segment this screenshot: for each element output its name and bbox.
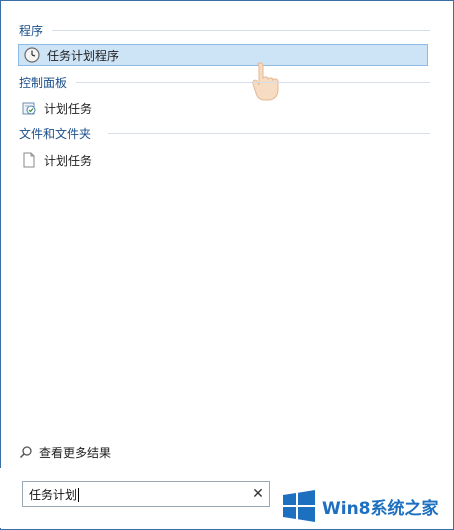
section-divider [76,82,430,83]
result-label: 任务计划程序 [47,48,120,63]
result-scheduled-tasks-file[interactable]: 计划任务 [20,149,92,171]
section-title-programs: 程序 [19,23,44,38]
result-task-scheduler[interactable]: 任务计划程序 [18,44,428,66]
result-label: 计划任务 [44,101,93,116]
clock-icon [23,46,41,64]
section-title-files-folders: 文件和文件夹 [19,126,92,141]
section-divider [108,133,430,134]
close-icon[interactable]: ✕ [247,483,269,505]
result-label: 计划任务 [44,153,93,168]
watermark-text: Win8系统之家 [322,498,439,519]
search-input[interactable]: 任务计划 ✕ [22,481,270,507]
section-divider [52,30,430,31]
see-more-results-label: 查看更多结果 [39,445,112,460]
result-scheduled-tasks-control-panel[interactable]: 计划任务 [20,97,92,119]
search-input-value[interactable]: 任务计划 [23,486,247,503]
section-title-control-panel: 控制面板 [19,75,68,90]
windows-logo [283,490,315,522]
scheduled-task-icon [20,99,38,117]
see-more-results-link[interactable]: 查看更多结果 [19,443,111,461]
document-icon [20,151,38,169]
search-icon [19,445,33,459]
watermark: Win8系统之家 [282,486,450,526]
